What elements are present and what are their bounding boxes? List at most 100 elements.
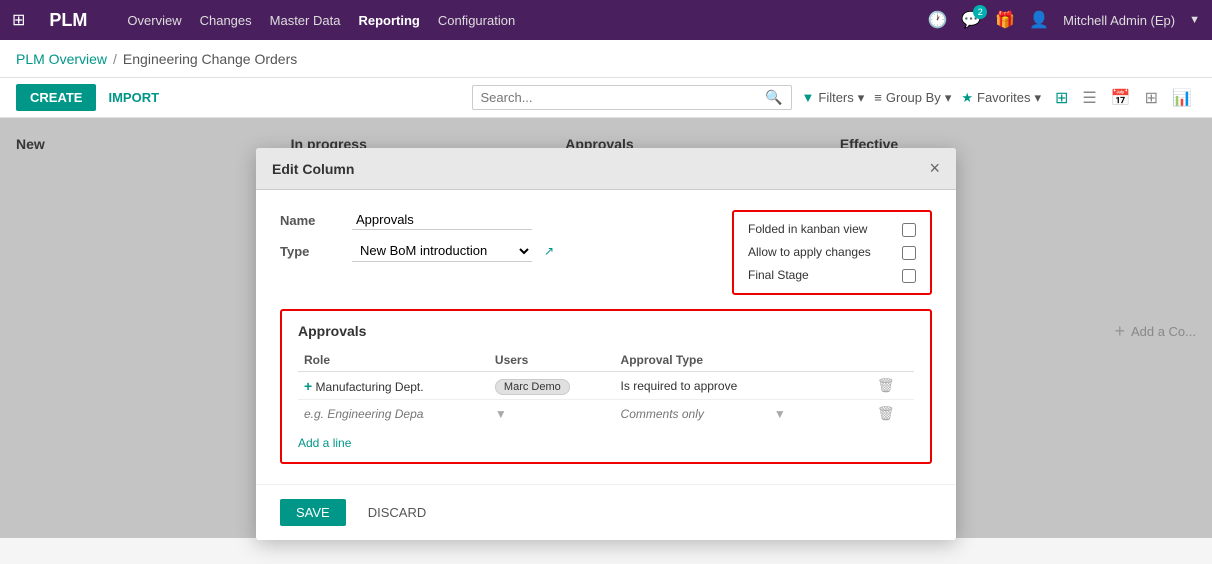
nav-changes[interactable]: Changes (200, 13, 252, 28)
filter-icon: ▼ (802, 90, 815, 105)
chat-icon-wrap[interactable]: 💬 2 (961, 10, 981, 30)
form-top-row: Name Type New BoM introduction ↗ (280, 210, 932, 295)
approvals-table: Role Users Approval Type + (298, 349, 914, 427)
avatar-icon[interactable]: 👤 (1029, 10, 1049, 30)
folded-checkbox-row: Folded in kanban view (748, 222, 916, 237)
new-approval-row: ▼ ▼ 🗑 (298, 400, 914, 428)
nav-right: 🕐 💬 2 🎁 👤 Mitchell Admin (Ep) ▼ (927, 10, 1200, 30)
type-row: Type New BoM introduction ↗ (280, 240, 708, 262)
app-brand: PLM (49, 10, 87, 31)
col-role-header: Role (298, 349, 489, 372)
kanban-view-icon[interactable]: ⊞ (1051, 86, 1072, 110)
type-label: Type (280, 244, 340, 259)
approval-dropdown-icon[interactable]: ▼ (774, 407, 786, 421)
discard-button[interactable]: DISCARD (356, 499, 439, 526)
toolbar: CREATE IMPORT 🔍 ▼ Filters ▾ ≡ Group By ▾… (0, 78, 1212, 118)
notification-badge: 2 (973, 5, 987, 19)
checkbox-section: Folded in kanban view Allow to apply cha… (732, 210, 932, 295)
breadcrumb-parent[interactable]: PLM Overview (16, 51, 107, 67)
favorites-button[interactable]: ★ Favorites ▾ (961, 90, 1041, 106)
role-cell: + Manufacturing Dept. (298, 372, 489, 400)
name-row: Name (280, 210, 708, 230)
nav-links: Overview Changes Master Data Reporting C… (127, 13, 907, 28)
table-row: + Manufacturing Dept. Marc Demo Is requi… (298, 372, 914, 400)
breadcrumb: PLM Overview / Engineering Change Orders (16, 51, 297, 67)
final-checkbox-row: Final Stage (748, 268, 916, 283)
placeholder-approval-cell: ▼ (615, 400, 871, 428)
approvals-section-title: Approvals (298, 323, 914, 339)
approval-type-cell: Is required to approve (615, 372, 871, 400)
edit-column-modal: Edit Column × Name Type Ne (256, 148, 956, 540)
user-label[interactable]: Mitchell Admin (Ep) (1063, 13, 1175, 28)
approvals-section: Approvals Role Users Approval Type (280, 309, 932, 464)
external-link-icon[interactable]: ↗ (544, 244, 554, 258)
top-navigation: ⊞ PLM Overview Changes Master Data Repor… (0, 0, 1212, 40)
final-checkbox[interactable] (902, 269, 916, 283)
modal-title: Edit Column (272, 161, 354, 177)
allow-checkbox-row: Allow to apply changes (748, 245, 916, 260)
final-checkbox-label: Final Stage (748, 268, 809, 282)
search-bar: 🔍 (472, 85, 792, 110)
placeholder-role-cell (298, 400, 489, 428)
breadcrumb-current: Engineering Change Orders (123, 51, 297, 67)
type-select[interactable]: New BoM introduction (352, 240, 532, 262)
folded-checkbox[interactable] (902, 223, 916, 237)
role-value: Manufacturing Dept. (316, 380, 424, 394)
role-placeholder-input[interactable] (304, 407, 424, 421)
breadcrumb-separator: / (113, 51, 117, 67)
user-badge[interactable]: Marc Demo (495, 379, 570, 395)
star-icon: ★ (961, 90, 973, 106)
approval-placeholder-input[interactable] (621, 407, 771, 421)
calendar-view-icon[interactable]: 📅 (1107, 86, 1135, 110)
sub-header: PLM Overview / Engineering Change Orders (0, 40, 1212, 78)
col-approval-header: Approval Type (615, 349, 871, 372)
modal-header: Edit Column × (256, 148, 956, 190)
graph-view-icon[interactable]: 📊 (1168, 86, 1196, 110)
modal-body: Name Type New BoM introduction ↗ (256, 190, 956, 484)
groupby-icon: ≡ (874, 90, 882, 105)
delete-new-row-icon[interactable]: 🗑 (877, 405, 895, 421)
users-cell: Marc Demo (489, 372, 615, 400)
allow-checkbox-label: Allow to apply changes (748, 245, 871, 259)
modal-footer: SAVE DISCARD (256, 484, 956, 540)
col-users-header: Users (489, 349, 615, 372)
groupby-arrow: ▾ (945, 90, 952, 106)
nav-overview[interactable]: Overview (127, 13, 181, 28)
groupby-label: Group By (886, 90, 941, 105)
gift-icon[interactable]: 🎁 (995, 10, 1015, 30)
user-dropdown-icon[interactable]: ▼ (1189, 14, 1200, 26)
import-button[interactable]: IMPORT (108, 90, 159, 105)
approval-type-value: Is required to approve (621, 379, 738, 393)
row-plus-icon: + (304, 378, 312, 394)
save-button[interactable]: SAVE (280, 499, 346, 526)
form-fields: Name Type New BoM introduction ↗ (280, 210, 708, 272)
nav-masterdata[interactable]: Master Data (270, 13, 341, 28)
name-label: Name (280, 213, 340, 228)
create-button[interactable]: CREATE (16, 84, 96, 111)
grid-icon[interactable]: ⊞ (12, 10, 25, 30)
name-input[interactable] (352, 210, 532, 230)
filters-label: Filters (818, 90, 853, 105)
add-line-link[interactable]: Add a line (298, 436, 351, 450)
filters-arrow: ▾ (858, 90, 865, 106)
favorites-label: Favorites (977, 90, 1030, 105)
kanban-area: New In progress Approvals Effective + Ad… (0, 118, 1212, 538)
delete-row-icon[interactable]: 🗑 (877, 377, 895, 393)
search-input[interactable] (481, 90, 766, 105)
pivot-view-icon[interactable]: ⊞ (1141, 86, 1162, 110)
search-icon: 🔍 (765, 89, 782, 106)
nav-configuration[interactable]: Configuration (438, 13, 515, 28)
allow-checkbox[interactable] (902, 246, 916, 260)
placeholder-user-cell: ▼ (489, 400, 615, 428)
groupby-button[interactable]: ≡ Group By ▾ (874, 90, 951, 106)
modal-overlay: Edit Column × Name Type Ne (0, 118, 1212, 538)
favorites-arrow: ▾ (1034, 90, 1041, 106)
folded-checkbox-label: Folded in kanban view (748, 222, 867, 236)
view-icons: ⊞ ☰ 📅 ⊞ 📊 (1051, 86, 1196, 110)
nav-reporting[interactable]: Reporting (358, 13, 419, 28)
user-dropdown-icon[interactable]: ▼ (495, 407, 507, 421)
clock-icon[interactable]: 🕐 (927, 10, 947, 30)
filters-button[interactable]: ▼ Filters ▾ (802, 90, 865, 106)
modal-close-button[interactable]: × (929, 158, 940, 179)
list-view-icon[interactable]: ☰ (1078, 86, 1100, 110)
